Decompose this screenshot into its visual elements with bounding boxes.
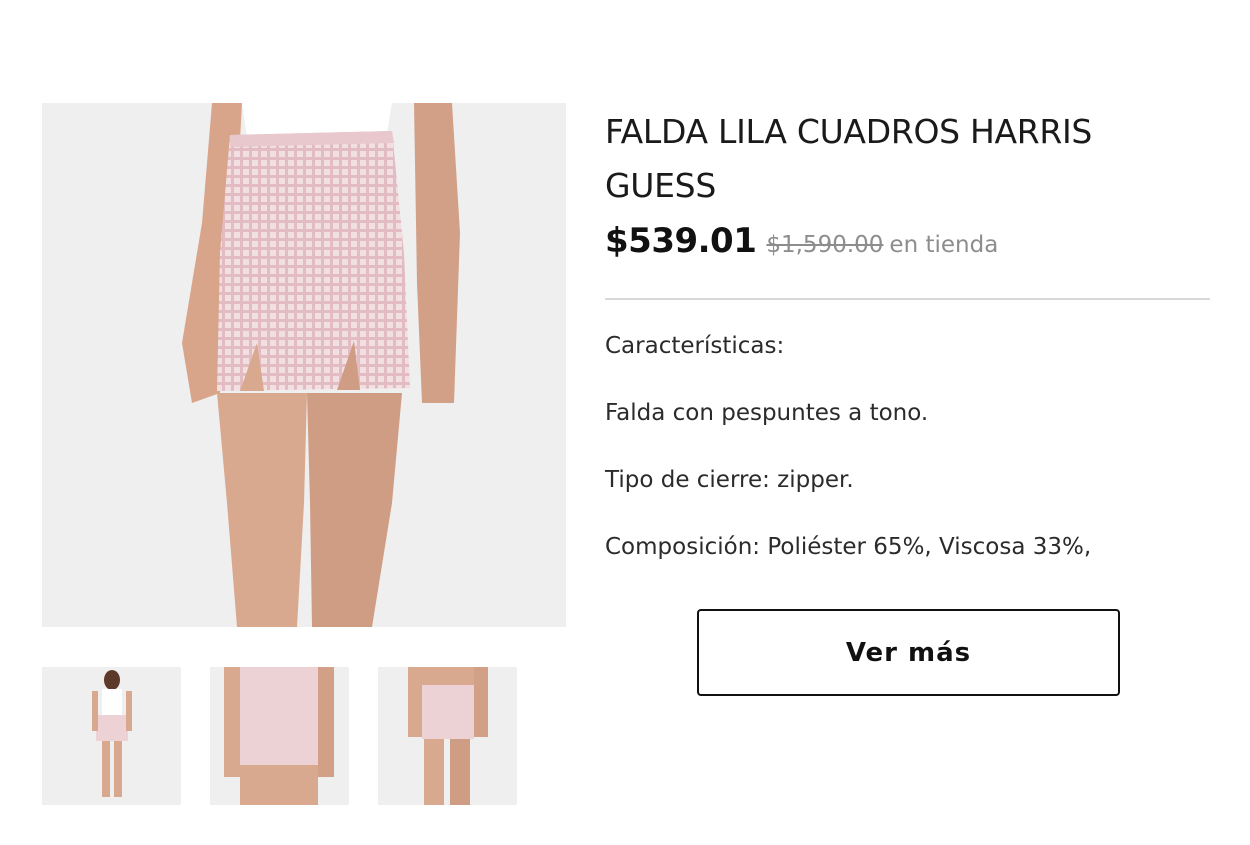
thumbnail-full-body-front[interactable] <box>42 667 181 805</box>
sale-price: $539.01 <box>605 221 757 261</box>
price-row: $539.01 $1,590.00 en tienda <box>605 221 1210 269</box>
original-price: $1,590.00 <box>766 232 884 258</box>
feature-item: Tipo de cierre: zipper. <box>605 467 854 493</box>
product-info: FALDA LILA CUADROS HARRIS GUESS $539.01 … <box>605 105 1210 598</box>
thumbnail-skirt-closeup-front[interactable] <box>210 667 349 805</box>
price-note: en tienda <box>889 232 999 258</box>
divider <box>605 298 1210 300</box>
product-title: FALDA LILA CUADROS HARRIS GUESS <box>605 112 1093 205</box>
main-product-image[interactable] <box>42 103 566 627</box>
thumbnail-gallery <box>42 667 517 805</box>
feature-item: Falda con pespuntes a tono. <box>605 400 929 426</box>
feature-item: Composición: Poliéster 65%, Viscosa 33%, <box>605 534 1092 560</box>
features-heading: Características: <box>605 333 785 359</box>
thumbnail-back-view[interactable] <box>378 667 517 805</box>
see-more-button[interactable]: Ver más <box>697 609 1120 696</box>
product-features: Características: Falda con pespuntes a t… <box>605 330 1210 564</box>
